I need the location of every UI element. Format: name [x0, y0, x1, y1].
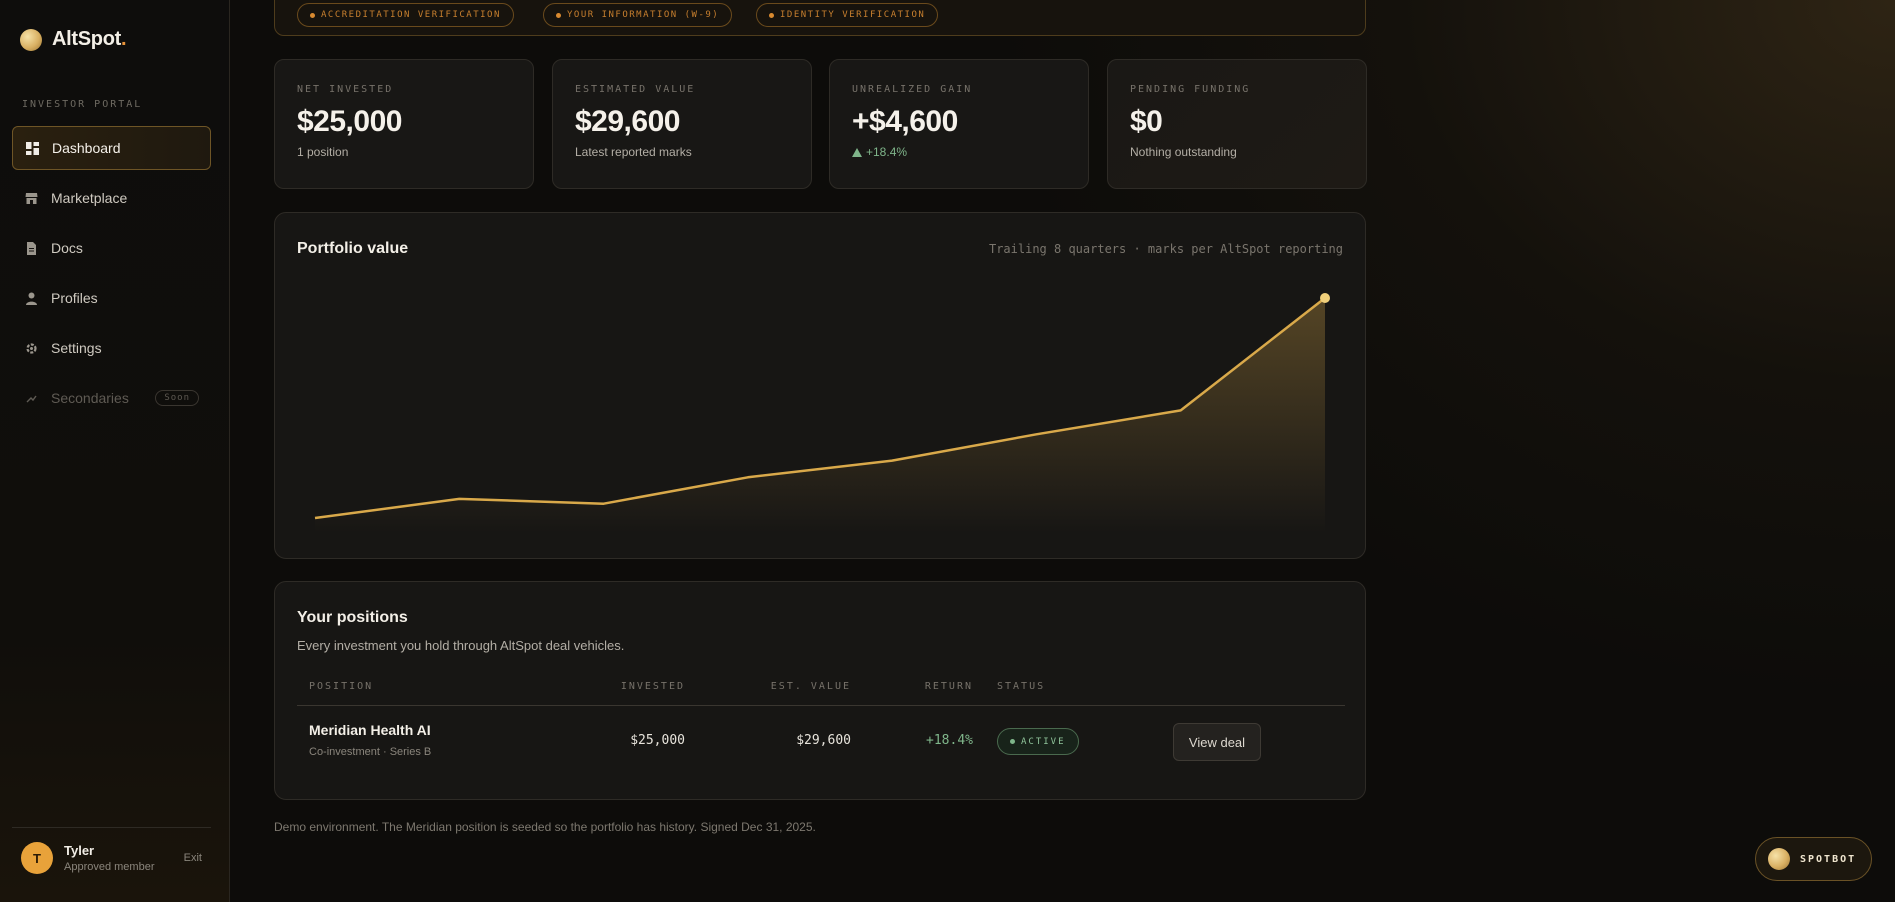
status-dot-icon [1010, 739, 1015, 744]
chart-title: Portfolio value [297, 240, 409, 257]
status-label: ACTIVE [1021, 736, 1066, 747]
section-label: INVESTOR PORTAL [22, 99, 143, 110]
pill-label: ACCREDITATION VERIFICATION [321, 10, 501, 20]
stat-sub: 1 position [297, 145, 349, 159]
header-invested: INVESTED [620, 681, 685, 692]
pill-label: IDENTITY VERIFICATION [780, 10, 926, 20]
checklist-pill-w9[interactable]: YOUR INFORMATION (W-9) [543, 3, 733, 27]
sidebar-item-label: Secondaries [51, 390, 129, 406]
trend-icon [25, 392, 38, 405]
onboarding-checklist: ACCREDITATION VERIFICATION YOUR INFORMAT… [274, 0, 1366, 36]
status-dot-icon [769, 12, 774, 18]
footnote: Demo environment. The Meridian position … [274, 820, 816, 834]
sidebar: AltSpot. INVESTOR PORTAL Dashboard Marke… [0, 0, 230, 902]
stat-value: $29,600 [575, 105, 680, 138]
user-info: Tyler Approved member [64, 843, 155, 873]
positions-subtitle: Every investment you hold through AltSpo… [297, 638, 625, 653]
sidebar-item-label: Marketplace [51, 190, 128, 206]
spotbot-button[interactable]: SPOTBOT [1755, 837, 1872, 881]
header-return: RETURN [924, 681, 973, 692]
sidebar-item-settings[interactable]: Settings [12, 326, 211, 370]
stat-value: +$4,600 [852, 105, 958, 138]
stat-value: $0 [1130, 105, 1163, 138]
sidebar-item-marketplace[interactable]: Marketplace [12, 176, 211, 220]
stat-value: $25,000 [297, 105, 402, 138]
sidebar-item-label: Docs [51, 240, 83, 256]
gear-icon [25, 342, 38, 355]
pill-label: YOUR INFORMATION (W-9) [567, 10, 720, 20]
sidebar-item-label: Dashboard [52, 140, 121, 156]
store-icon [25, 192, 38, 205]
status-badge: ACTIVE [997, 728, 1079, 755]
header-status: STATUS [997, 681, 1046, 692]
sidebar-item-label: Settings [51, 340, 102, 356]
view-deal-button[interactable]: View deal [1173, 723, 1261, 761]
up-arrow-icon [852, 147, 862, 157]
stat-label: UNREALIZED GAIN [852, 84, 973, 95]
position-meta: Co-investment · Series B [309, 746, 432, 758]
stat-card-net-invested: NET INVESTED $25,000 1 position [274, 59, 534, 189]
status-dot-icon [556, 12, 561, 18]
chart-area-fill [315, 298, 1325, 533]
stat-card-pending-funding: PENDING FUNDING $0 Nothing outstanding [1107, 59, 1367, 189]
user-area: T Tyler Approved member Exit [12, 827, 211, 874]
return-percent: +18.4% [926, 733, 973, 748]
stat-sub: Nothing outstanding [1130, 145, 1237, 159]
document-icon [25, 241, 38, 255]
spotbot-label: SPOTBOT [1800, 853, 1857, 865]
checklist-pill-accreditation[interactable]: ACCREDITATION VERIFICATION [297, 3, 514, 27]
person-icon [25, 292, 38, 305]
sidebar-item-secondaries: Secondaries Soon [12, 376, 211, 420]
user-role: Approved member [64, 861, 155, 873]
chart-note: Trailing 8 quarters · marks per AltSpot … [988, 242, 1343, 256]
positions-card: Your positions Every investment you hold… [274, 581, 1366, 800]
stat-label: NET INVESTED [297, 84, 394, 95]
gain-percent: +18.4% [866, 145, 908, 159]
header-position: POSITION [309, 681, 374, 692]
brand-orb-icon [20, 28, 42, 51]
sidebar-item-label: Profiles [51, 290, 98, 306]
table-divider [297, 705, 1345, 706]
position-name: Meridian Health AI [309, 722, 431, 738]
stat-sub: Latest reported marks [575, 145, 692, 159]
positions-title: Your positions [297, 609, 408, 626]
est-value-amount: $29,600 [796, 733, 851, 748]
sidebar-item-docs[interactable]: Docs [12, 226, 211, 270]
brand-name: AltSpot. [52, 28, 127, 50]
invested-amount: $25,000 [630, 733, 685, 748]
stat-card-unrealized-gain: UNREALIZED GAIN +$4,600 +18.4% [829, 59, 1089, 189]
stat-label: ESTIMATED VALUE [575, 84, 696, 95]
status-dot-icon [310, 12, 315, 18]
checklist-pill-identity[interactable]: IDENTITY VERIFICATION [756, 3, 939, 27]
portfolio-chart-card: Portfolio value Trailing 8 quarters · ma… [274, 212, 1366, 559]
avatar[interactable]: T [21, 842, 53, 874]
stat-label: PENDING FUNDING [1130, 84, 1251, 95]
dashboard-icon [26, 141, 39, 155]
exit-button[interactable]: Exit [184, 852, 202, 864]
stat-card-estimated-value: ESTIMATED VALUE $29,600 Latest reported … [552, 59, 812, 189]
soon-badge: Soon [155, 390, 199, 406]
sidebar-nav: Dashboard Marketplace Docs Profiles Sett… [12, 126, 211, 426]
header-est-value: EST. VALUE [770, 681, 851, 692]
chart-point[interactable] [1320, 293, 1330, 303]
stat-sub: +18.4% [852, 145, 1088, 159]
spotbot-orb-icon [1768, 848, 1790, 870]
sidebar-item-dashboard[interactable]: Dashboard [12, 126, 211, 170]
user-name: Tyler [64, 843, 95, 858]
sidebar-item-profiles[interactable]: Profiles [12, 276, 211, 320]
portfolio-chart [314, 293, 1330, 533]
brand-logo[interactable]: AltSpot. [20, 28, 127, 51]
